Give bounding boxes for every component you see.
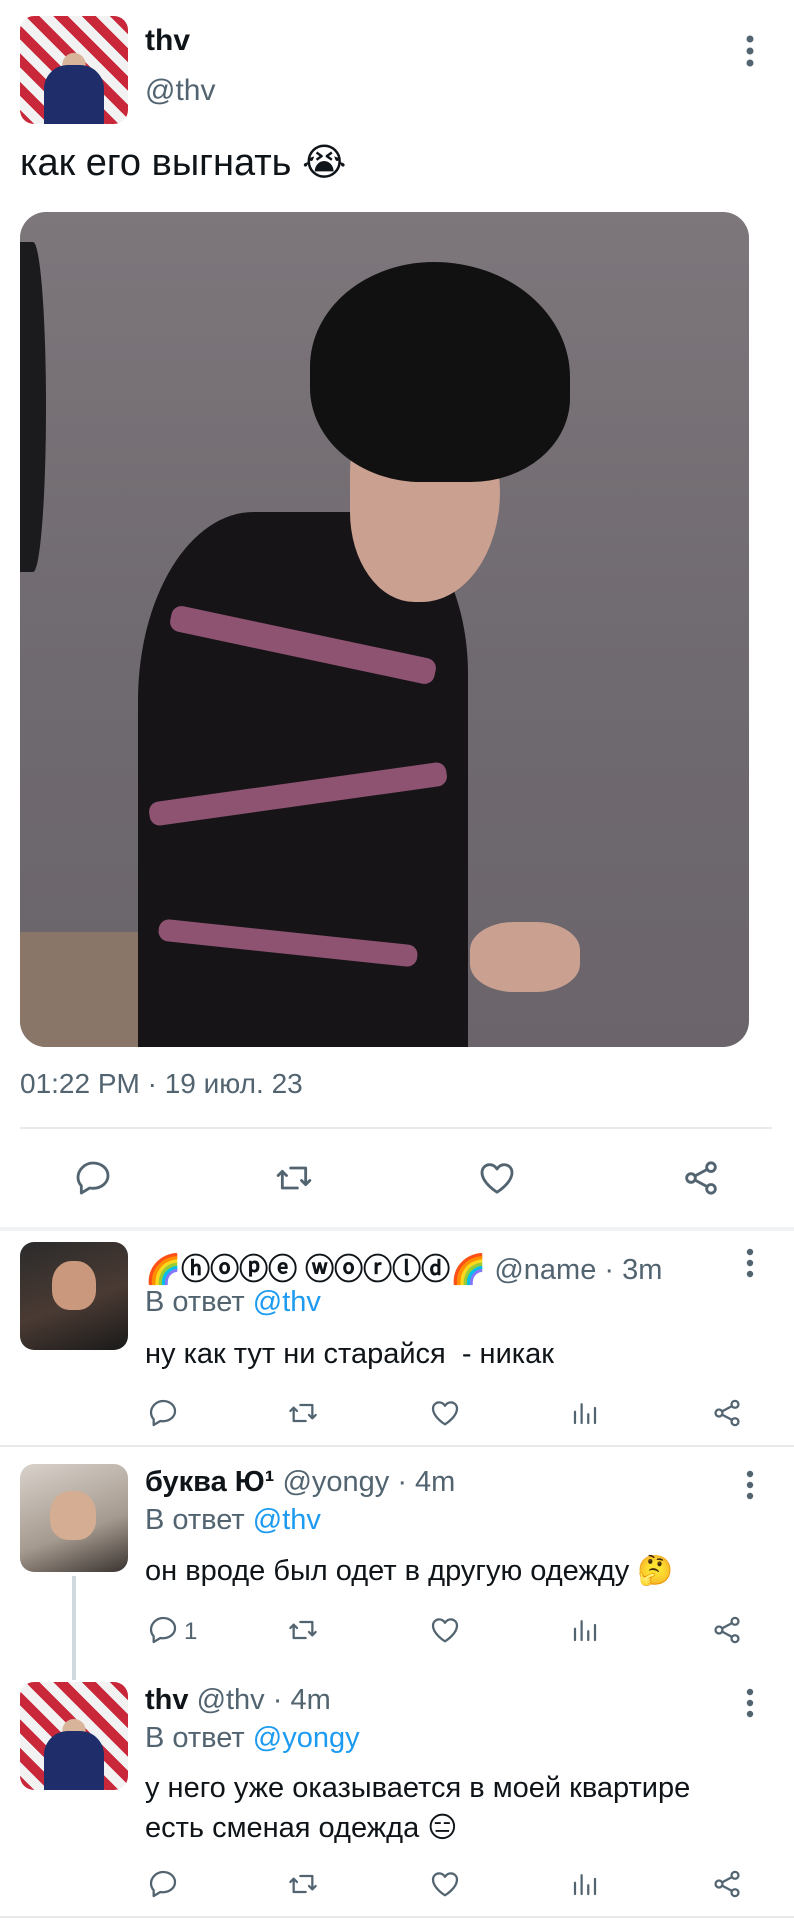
divider (0, 1445, 794, 1447)
reply-prefix: В ответ (145, 1504, 245, 1536)
more-vertical-icon[interactable] (738, 34, 762, 68)
retweet-icon[interactable] (285, 1397, 321, 1429)
like-icon[interactable] (428, 1868, 462, 1900)
reply-prefix: В ответ (145, 1286, 245, 1318)
reply-header: 🌈ⓗⓞⓟⓔ ⓦⓞⓡⓛⓓ🌈 @name · 3m (145, 1246, 662, 1288)
tweet-timestamp: 01:22 PM · 19 июл. 23 (20, 1068, 303, 1099)
like-icon[interactable] (428, 1614, 462, 1646)
expressionless-emoji: 😑 (427, 1812, 458, 1844)
reply-avatar[interactable] (20, 1242, 128, 1350)
reply-icon[interactable] (146, 1868, 180, 1900)
retweet-icon[interactable] (285, 1868, 321, 1900)
reply-to-link[interactable]: @thv (253, 1504, 321, 1536)
retweet-icon[interactable] (285, 1614, 321, 1646)
reply-handle-time[interactable]: @yongy · 4m (282, 1466, 455, 1498)
reply-text-body: он вроде был одет в другую одежду (145, 1555, 630, 1587)
reply-context: В ответ @thv (145, 1286, 321, 1319)
reply-context: В ответ @yongy (145, 1722, 360, 1755)
reply-text-line-2: есть сменая одежда 😑 (145, 1810, 458, 1845)
reply-author-name[interactable]: thv (145, 1684, 189, 1716)
more-vertical-icon[interactable] (740, 1470, 760, 1500)
reply-header: буква Ю¹ @yongy · 4m (145, 1466, 455, 1499)
reply-avatar[interactable] (20, 1464, 128, 1572)
divider (20, 1127, 772, 1129)
reply-prefix: В ответ (145, 1722, 245, 1754)
more-vertical-icon[interactable] (740, 1688, 760, 1718)
author-name[interactable]: thv (145, 24, 190, 58)
section-divider (0, 1227, 794, 1231)
author-avatar[interactable] (20, 16, 128, 124)
reply-text: он вроде был одет в другую одежду 🤔 (145, 1554, 673, 1588)
share-icon[interactable] (680, 1158, 722, 1198)
share-icon[interactable] (710, 1868, 744, 1900)
reply-author-name[interactable]: буква Ю¹ (145, 1466, 274, 1498)
reply-context: В ответ @thv (145, 1504, 321, 1537)
more-vertical-icon[interactable] (740, 1248, 760, 1278)
reply-count: 1 (184, 1618, 198, 1645)
reply-to-link[interactable]: @yongy (253, 1722, 360, 1754)
reply-icon[interactable] (72, 1158, 114, 1198)
photo-left-edge (20, 242, 46, 572)
thread-line (72, 1576, 76, 1680)
like-icon[interactable] (428, 1397, 462, 1429)
reply-icon[interactable] (146, 1397, 180, 1429)
author-handle[interactable]: @thv (145, 74, 215, 108)
reply-text-body: есть сменая одежда (145, 1812, 420, 1844)
share-icon[interactable] (710, 1397, 744, 1429)
retweet-icon[interactable] (272, 1158, 316, 1198)
share-icon[interactable] (710, 1614, 744, 1646)
reply-handle-time[interactable]: @name · 3m (494, 1254, 662, 1286)
crying-emoji: 😭 (302, 142, 347, 184)
reply-author-name[interactable]: 🌈ⓗⓞⓟⓔ ⓦⓞⓡⓛⓓ🌈 (145, 1254, 486, 1286)
photo-hair (310, 262, 570, 482)
tweet-photo[interactable] (20, 212, 749, 1047)
reply-text: ну как тут ни старайся - никак (145, 1338, 554, 1370)
views-icon[interactable] (570, 1614, 600, 1646)
reply-icon[interactable] (146, 1614, 180, 1646)
views-icon[interactable] (570, 1868, 600, 1900)
reply-avatar[interactable] (20, 1682, 128, 1790)
photo-hand (470, 922, 580, 992)
reply-to-link[interactable]: @thv (253, 1286, 321, 1318)
like-icon[interactable] (476, 1158, 518, 1198)
tweet-text: как его выгнать 😭 (20, 140, 346, 185)
tweet-text-body: как его выгнать (20, 142, 292, 184)
thinking-emoji: 🤔 (637, 1555, 674, 1587)
reply-text-line-1: у него уже оказывается в моей квартире (145, 1772, 691, 1804)
divider (0, 1916, 794, 1918)
reply-handle-time[interactable]: @thv · 4m (197, 1684, 331, 1716)
views-icon[interactable] (570, 1397, 600, 1429)
reply-header: thv @thv · 4m (145, 1684, 331, 1717)
